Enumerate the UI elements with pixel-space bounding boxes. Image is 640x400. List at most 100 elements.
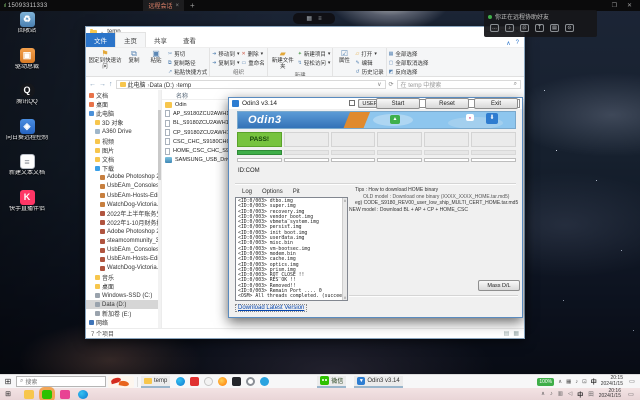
nav-item[interactable]: 2022年上半年账务生... (86, 209, 161, 218)
nav-item[interactable]: 2022年1-10月财务报... (86, 218, 161, 227)
nav-scrollbar[interactable] (158, 90, 161, 328)
nav-item[interactable]: steamcommunity_3... (86, 237, 161, 246)
download-latest-link[interactable]: Download Latest Version (235, 304, 307, 312)
log-listbox[interactable]: <ID:0/003> dtbo.img<ID:0/003> super.img<… (235, 197, 348, 301)
wechat-taskbar-icon[interactable] (42, 390, 52, 399)
explorer-taskbar-icon[interactable] (24, 390, 34, 399)
desktop-icon[interactable]: ◈ 向日葵远程控制 (4, 119, 50, 142)
tab-file[interactable]: 文件 (86, 33, 115, 47)
pin-quick-access-button[interactable]: ⚑ 固定到快速访问 (88, 49, 122, 70)
notification-center-icon[interactable]: ▭ (626, 391, 636, 398)
ime-indicator[interactable]: 中 (577, 390, 583, 399)
details-view-icon[interactable]: ▤ (504, 330, 510, 337)
desktop-icon[interactable]: ♻ 回收站 (4, 12, 50, 35)
select-all-button[interactable]: ▦全部选择 (389, 50, 429, 58)
news-widget-icon[interactable] (108, 376, 134, 388)
cut-button[interactable]: ✂剪切 (168, 50, 207, 58)
forward-icon[interactable]: → (99, 81, 106, 88)
nav-item[interactable]: 新加卷 (E:) (86, 309, 161, 318)
new-folder-button[interactable]: ▰ 新建文件夹 (270, 49, 296, 70)
copy-button[interactable]: ⧉ 复制 (124, 49, 144, 64)
app-light-icon[interactable] (204, 377, 213, 386)
edit-button[interactable]: ✎编辑 (355, 59, 383, 67)
nav-item[interactable]: WatchDog-Victoria... (86, 264, 161, 273)
pink-app-taskbar-icon[interactable] (60, 390, 70, 399)
nav-item[interactable]: 图片 (86, 146, 161, 155)
firefox-icon[interactable] (218, 377, 227, 386)
chat-icon[interactable]: … (490, 24, 499, 32)
nav-item[interactable]: 此电脑 (86, 109, 161, 118)
nav-item[interactable]: UsbEAm-Hosts-Edi... (86, 191, 161, 200)
volume-icon[interactable]: ♪ (575, 379, 578, 385)
nav-item[interactable]: 网络 (86, 318, 161, 327)
start-button[interactable]: ⊞ (0, 377, 16, 386)
start-button[interactable]: ⊞ (0, 390, 16, 398)
breadcrumb-item[interactable]: temp (178, 83, 193, 89)
move-to-button[interactable]: ➜移动到▾ (212, 50, 239, 58)
nav-item[interactable]: UsbEAm-Hosts-Edi... (86, 255, 161, 264)
desktop-icon[interactable]: ≡ 新建文本文档 (4, 154, 50, 177)
nav-item[interactable]: 3D 对象 (86, 118, 161, 127)
up-icon[interactable]: ↑ (109, 81, 113, 88)
app-ring-icon[interactable] (246, 377, 255, 386)
folder-icon[interactable]: ▤ (550, 24, 559, 32)
session-toolbar-pill[interactable]: ▦ ≡ (293, 13, 335, 24)
odin-tab[interactable]: Log (237, 188, 257, 196)
delete-button[interactable]: ✕删除▾ (241, 50, 264, 58)
text-icon[interactable]: T (535, 24, 544, 32)
chevron-up-icon[interactable]: ∧ (558, 379, 562, 385)
nav-item[interactable]: 桌面 (86, 100, 161, 109)
back-icon[interactable]: ← (89, 81, 96, 88)
nav-item[interactable]: UsbEAm_Consoles_... (86, 182, 161, 191)
copy-path-button[interactable]: ⧉复制路径 (168, 59, 207, 67)
desktop-icon[interactable]: ▣ 驱动总裁 (4, 48, 50, 71)
edge-icon[interactable] (176, 377, 185, 386)
easy-access-button[interactable]: ↯轻松访问▾ (298, 59, 331, 67)
exit-button[interactable]: Exit (474, 98, 518, 109)
properties-button[interactable]: ☑ 属性 (335, 49, 353, 64)
taskbar-clock[interactable]: 20:16 2024/1/15 (599, 389, 621, 400)
new-item-button[interactable]: ✦新建项目▾ (298, 50, 331, 58)
app-red-icon[interactable] (190, 377, 199, 386)
nav-item[interactable]: WatchDog-Victoria... (86, 200, 161, 209)
mic-icon[interactable]: ♪ (505, 24, 514, 32)
battery-indicator[interactable]: 100% (537, 378, 554, 386)
nav-item[interactable]: 文档 (86, 91, 161, 100)
nav-item[interactable]: Data (D:) (86, 300, 161, 309)
nav-item[interactable]: 桌面 (86, 282, 161, 291)
nav-item[interactable]: Adobe Photoshop 2... (86, 173, 161, 182)
app-dark-icon[interactable] (232, 377, 241, 386)
nav-item[interactable]: 视频 (86, 136, 161, 145)
odin-tab[interactable]: Pit (288, 188, 305, 196)
breadcrumb[interactable]: 此电脑Data (D:)temp ∨ (116, 80, 386, 89)
close-icon[interactable]: ✕ (627, 2, 632, 9)
notification-center-icon[interactable]: ▭ (627, 378, 637, 385)
taskbar-window-odin[interactable]: ▼ Odin3 v3.14 (354, 376, 402, 388)
taskbar-search-input[interactable]: ⌕ 搜索 (16, 376, 106, 387)
chevron-up-icon[interactable]: ∧ (541, 391, 545, 397)
tab-close-icon[interactable]: × (175, 3, 179, 9)
rename-button[interactable]: ▭重命名 (241, 59, 264, 67)
thumbnails-view-icon[interactable]: ▦ (513, 330, 519, 337)
nav-item[interactable]: Windows-SSD (C:) (86, 291, 161, 300)
restore-icon[interactable]: ❐ (612, 2, 617, 9)
keyboard-tray-icon[interactable]: ▥ (558, 391, 563, 397)
scroll-down-icon[interactable]: ∨ (343, 295, 347, 300)
power-icon[interactable]: ⊙ (565, 24, 574, 32)
odin-tab[interactable]: Options (257, 188, 288, 196)
help-icon[interactable]: ? (516, 40, 519, 47)
paste-shortcut-button[interactable]: ↗粘贴快捷方式 (168, 68, 207, 76)
new-tab-button[interactable]: + (190, 1, 195, 10)
search-input[interactable]: 在 temp 中搜索 ⌕ (397, 80, 521, 89)
session-tab[interactable]: 远程会话 × (143, 0, 184, 11)
usb-tray-icon[interactable]: ⊡ (582, 379, 587, 385)
edge-taskbar-icon[interactable] (78, 390, 88, 399)
select-none-button[interactable]: ▢全部取消选择 (389, 59, 429, 67)
collapse-ribbon-icon[interactable]: ∧ (506, 40, 510, 47)
log-scrollbar[interactable]: ∧ ∨ (342, 198, 347, 300)
tab-home[interactable]: 主页 (115, 32, 146, 47)
tab-share[interactable]: 共享 (146, 33, 175, 47)
mass-dl-button[interactable]: Mass D/L (478, 280, 520, 291)
nav-item[interactable]: 音乐 (86, 273, 161, 282)
nav-item[interactable]: UsbEAm_Consoles_... (86, 246, 161, 255)
